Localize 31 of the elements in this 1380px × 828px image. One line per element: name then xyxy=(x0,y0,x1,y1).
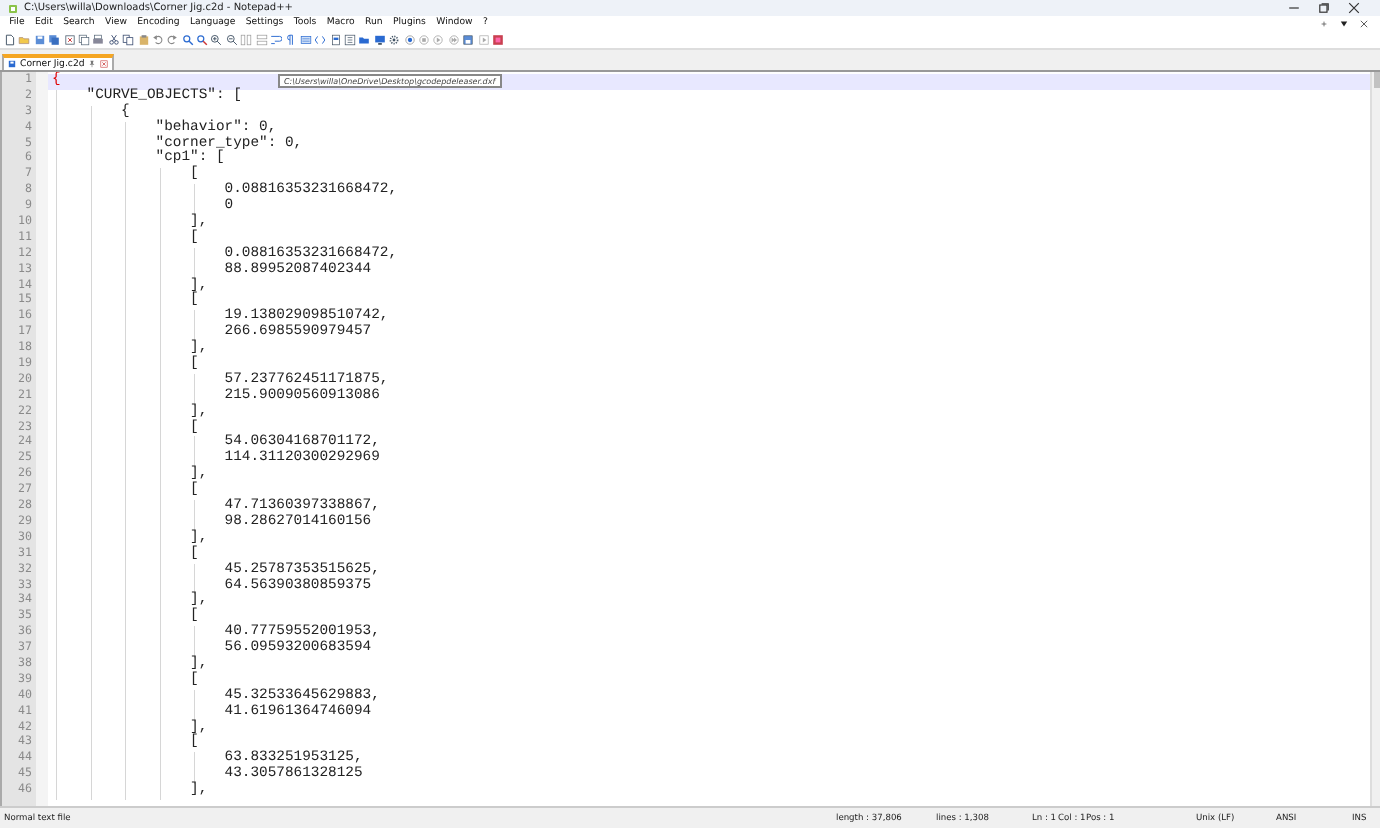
run-icon[interactable] xyxy=(477,33,489,45)
plus-icon[interactable] xyxy=(1320,19,1328,27)
stop-icon[interactable] xyxy=(417,33,430,45)
redo-icon[interactable] xyxy=(166,33,179,45)
play-icon[interactable] xyxy=(432,33,445,45)
pin-icon[interactable] xyxy=(88,60,97,68)
close-all-icon[interactable] xyxy=(77,33,90,45)
scrollbar[interactable] xyxy=(1370,72,1380,806)
close-icon[interactable] xyxy=(1360,19,1368,27)
search-icon[interactable] xyxy=(181,33,194,45)
replace-icon[interactable] xyxy=(196,33,209,45)
minimize-icon[interactable] xyxy=(1288,2,1300,14)
close-icon[interactable] xyxy=(1348,2,1360,14)
restore-icon[interactable] xyxy=(1318,2,1330,14)
sync-horizontal-icon[interactable] xyxy=(255,33,268,45)
record-icon[interactable] xyxy=(403,33,416,45)
zoom-in-icon[interactable] xyxy=(210,33,223,45)
zoom-out-icon[interactable] xyxy=(225,33,238,45)
print-icon[interactable] xyxy=(92,33,105,45)
save-icon xyxy=(8,60,16,68)
play-multiple-icon[interactable] xyxy=(447,33,460,45)
cut-icon[interactable] xyxy=(107,33,120,45)
paste-icon[interactable] xyxy=(137,33,150,45)
word-wrap-icon[interactable] xyxy=(270,33,283,45)
close-file-icon[interactable] xyxy=(63,33,76,45)
code-icon[interactable] xyxy=(314,33,327,45)
undo-icon[interactable] xyxy=(151,33,164,45)
pilcrow-icon[interactable] xyxy=(284,33,297,45)
copy-icon[interactable] xyxy=(122,33,135,45)
save-icon[interactable] xyxy=(33,33,46,45)
save-all-icon[interactable] xyxy=(48,33,61,45)
